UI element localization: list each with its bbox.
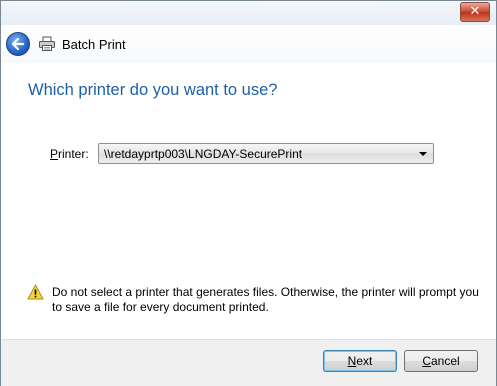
warning-message: Do not select a printer that generates f…: [52, 285, 479, 314]
cancel-accesskey: C: [422, 354, 431, 368]
printer-icon: [39, 36, 55, 51]
button-bar: Next Cancel: [1, 339, 496, 386]
dropdown-arrow-icon: [419, 152, 427, 156]
back-button[interactable]: [6, 32, 30, 56]
title-bar: ✕: [1, 1, 496, 25]
next-button[interactable]: Next: [323, 350, 397, 372]
printer-label-rest: rinter:: [58, 147, 89, 161]
page-heading: Which printer do you want to use?: [28, 81, 278, 99]
printer-dropdown[interactable]: \\retdayprtp003\LNGDAY-SecurePrint: [98, 143, 434, 164]
back-arrow-icon: [11, 37, 25, 51]
printer-label-accesskey: P: [50, 147, 59, 161]
close-icon: ✕: [469, 4, 481, 19]
printer-label: Printer:: [50, 147, 89, 161]
wizard-window: ✕ Batch Print Which printer do you want …: [0, 0, 497, 386]
wizard-header: Batch Print: [1, 25, 496, 63]
wizard-title: Batch Print: [62, 37, 126, 52]
close-button[interactable]: ✕: [460, 2, 490, 22]
next-label-rest: ext: [356, 354, 373, 368]
cancel-label-rest: ancel: [430, 354, 460, 368]
printer-dropdown-value: \\retdayprtp003\LNGDAY-SecurePrint: [104, 147, 303, 161]
warning-icon: [27, 284, 44, 300]
cancel-button[interactable]: Cancel: [404, 350, 478, 372]
